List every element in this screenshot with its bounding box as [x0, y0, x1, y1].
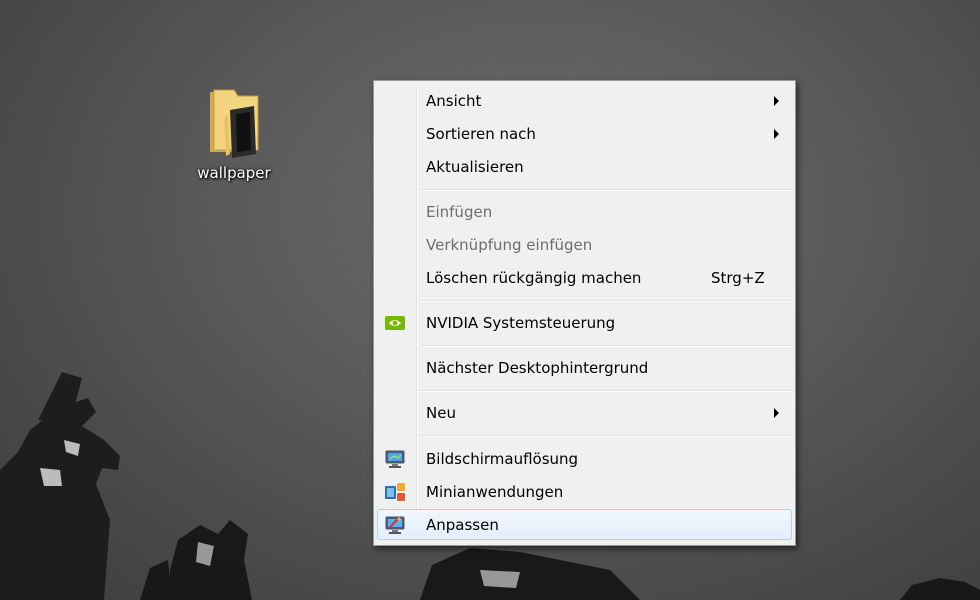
monitor-icon [385, 450, 405, 468]
menu-item-neu[interactable]: Neu [377, 397, 792, 428]
desktop-context-menu: Ansicht Sortieren nach Aktualisieren Ein… [373, 80, 796, 546]
menu-item-label: Bildschirmauflösung [426, 450, 579, 468]
menu-item-label: Sortieren nach [426, 125, 536, 143]
desktop[interactable]: wallpaper Ansicht Sortieren nach Aktuali… [0, 0, 980, 600]
menu-item-bildschirmaufloesung[interactable]: Bildschirmauflösung [377, 443, 792, 474]
menu-item-sortieren-nach[interactable]: Sortieren nach [377, 118, 792, 149]
menu-item-naechster-desktophintergrund[interactable]: Nächster Desktophintergrund [377, 352, 792, 383]
nvidia-icon [385, 316, 405, 330]
menu-item-minianwendungen[interactable]: Minianwendungen [377, 476, 792, 507]
menu-item-label: Neu [426, 404, 456, 422]
menu-separator [420, 390, 792, 392]
menu-item-verknuepfung-einfuegen[interactable]: Verknüpfung einfügen [377, 229, 792, 260]
menu-item-label: Ansicht [426, 92, 482, 110]
desktop-icon-wallpaper[interactable]: wallpaper [188, 84, 280, 182]
menu-item-label: Anpassen [426, 516, 499, 534]
menu-item-anpassen[interactable]: Anpassen [377, 509, 792, 540]
menu-item-einfuegen[interactable]: Einfügen [377, 196, 792, 227]
menu-item-label: Einfügen [426, 203, 493, 221]
submenu-arrow-icon [774, 129, 779, 139]
menu-separator [420, 189, 792, 191]
submenu-arrow-icon [774, 96, 779, 106]
folder-icon [210, 89, 259, 158]
menu-item-label: Minianwendungen [426, 483, 564, 501]
menu-item-ansicht[interactable]: Ansicht [377, 85, 792, 116]
personalize-icon [385, 516, 405, 534]
menu-item-nvidia-systemsteuerung[interactable]: NVIDIA Systemsteuerung [377, 307, 792, 338]
menu-item-label: NVIDIA Systemsteuerung [426, 314, 616, 332]
menu-item-aktualisieren[interactable]: Aktualisieren [377, 151, 792, 182]
menu-item-label: Löschen rückgängig machen [426, 269, 642, 287]
menu-item-label: Nächster Desktophintergrund [426, 359, 649, 377]
submenu-arrow-icon [774, 408, 779, 418]
menu-item-label: Aktualisieren [426, 158, 524, 176]
menu-item-loeschen-rueckgaengig[interactable]: Löschen rückgängig machen Strg+Z [377, 262, 792, 293]
gadgets-icon [385, 483, 405, 501]
menu-separator [420, 435, 792, 437]
menu-item-shortcut: Strg+Z [711, 269, 765, 287]
menu-separator [420, 300, 792, 302]
menu-separator [420, 345, 792, 347]
menu-item-label: Verknüpfung einfügen [426, 236, 593, 254]
desktop-icon-label: wallpaper [197, 164, 271, 182]
